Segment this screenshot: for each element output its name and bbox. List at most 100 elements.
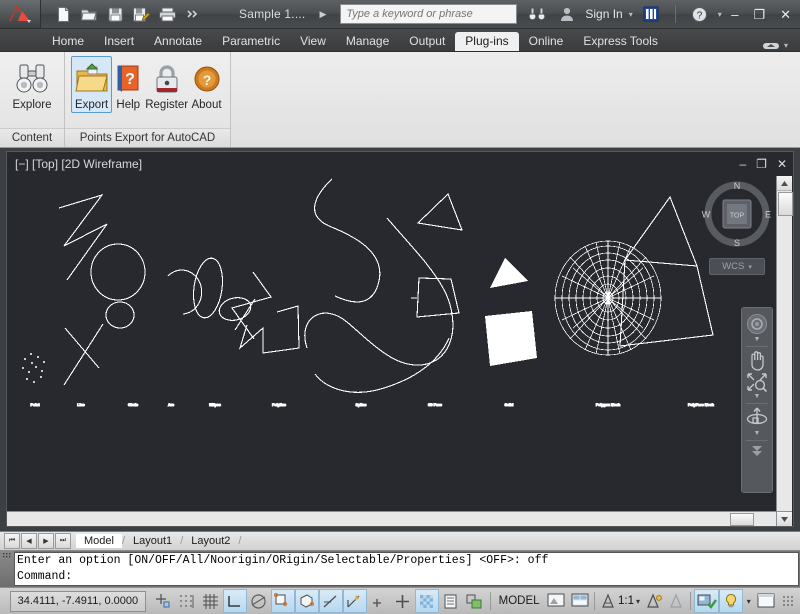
orbit-caret-icon[interactable]: ▼ <box>754 430 761 438</box>
more-icon[interactable] <box>181 3 205 25</box>
model-space-icon[interactable] <box>545 589 568 613</box>
viewport-close-button[interactable]: ✕ <box>777 157 787 171</box>
zoom-caret-icon[interactable]: ▼ <box>754 393 761 401</box>
status-tray-caret-icon[interactable]: ▾ <box>743 597 755 606</box>
polar-tracking-icon[interactable] <box>247 589 271 613</box>
help-caret-icon[interactable]: ▾ <box>718 10 722 19</box>
status-divider <box>594 592 596 610</box>
clean-screen-icon[interactable] <box>755 589 778 613</box>
document-caret-icon[interactable]: ▶ <box>319 9 326 20</box>
status-divider <box>690 592 692 610</box>
pan-hand-icon[interactable] <box>744 349 770 371</box>
lightbulb-icon[interactable] <box>719 589 743 613</box>
space-label[interactable]: MODEL <box>494 595 545 607</box>
autodesk-exchange-icon[interactable] <box>639 3 663 25</box>
maximize-button[interactable]: ❐ <box>750 6 768 23</box>
lineweight-icon[interactable] <box>391 589 415 613</box>
dynamic-input-icon[interactable] <box>367 589 391 613</box>
transparency-icon[interactable] <box>414 589 439 613</box>
plot-icon[interactable] <box>155 3 179 25</box>
search-input[interactable] <box>341 7 517 21</box>
scroll-up-button[interactable] <box>777 176 792 191</box>
dynamic-ucs-icon[interactable] <box>342 589 367 613</box>
ribbon-minimize-icon[interactable] <box>762 39 780 51</box>
command-line-grip[interactable] <box>0 551 14 587</box>
vertical-scrollbar[interactable] <box>776 176 793 512</box>
viewport-restore-button[interactable]: ❐ <box>756 157 767 171</box>
annotation-autoscale-icon[interactable] <box>666 589 688 613</box>
workspace-switching-icon[interactable] <box>694 589 720 613</box>
status-menu-icon[interactable] <box>778 589 798 613</box>
annotation-visibility-icon[interactable] <box>644 589 666 613</box>
viewport-header[interactable]: [−] [Top] [2D Wireframe] <box>7 152 793 176</box>
tab-output[interactable]: Output <box>399 32 455 51</box>
help-button[interactable]: ? Help <box>112 56 144 113</box>
coordinates-display[interactable]: 34.4111, -7.4911, 0.0000 <box>10 590 146 612</box>
status-bar: 34.4111, -7.4911, 0.0000 MODEL 1:1 ▾ ▾ <box>0 587 800 614</box>
object-snap-tracking-icon[interactable] <box>318 589 343 613</box>
command-prompt[interactable]: Command: <box>17 569 796 585</box>
export-button[interactable]: Export <box>71 56 113 113</box>
autocad-window: Sample 1.... ▶ Sign In ▾ ? ▾ – ❐ <box>0 0 800 614</box>
sign-in-caret-icon[interactable]: ▾ <box>629 10 633 19</box>
tab-home[interactable]: Home <box>42 32 94 51</box>
first-layout-button[interactable]: ⏮ <box>4 533 20 549</box>
about-button[interactable]: ? About <box>189 56 224 113</box>
saveas-icon[interactable] <box>129 3 153 25</box>
object-snap-icon[interactable] <box>270 589 295 613</box>
tab-express-tools[interactable]: Express Tools <box>573 32 667 51</box>
register-button[interactable]: Register <box>144 56 189 113</box>
save-icon[interactable] <box>103 3 127 25</box>
next-layout-button[interactable]: ▶ <box>38 533 54 549</box>
new-icon[interactable] <box>51 3 75 25</box>
model-canvas[interactable]: Point Line Circle Arc Ellipse Polyline S… <box>7 176 793 526</box>
view-cube[interactable]: TOP N S E W <box>701 178 773 250</box>
paper-space-icon[interactable] <box>568 589 591 613</box>
minimize-button[interactable]: – <box>728 6 741 23</box>
quick-properties-icon[interactable] <box>439 589 463 613</box>
help-icon[interactable]: ? <box>688 3 712 25</box>
selection-cycling-icon[interactable] <box>463 589 487 613</box>
viewport-minimize-button[interactable]: – <box>739 157 746 171</box>
tab-annotate[interactable]: Annotate <box>144 32 212 51</box>
tab-layout1[interactable]: Layout1 <box>125 534 180 548</box>
tab-online[interactable]: Online <box>519 32 574 51</box>
zoom-extents-icon[interactable] <box>744 371 770 393</box>
vertical-scroll-thumb[interactable] <box>778 192 793 216</box>
explore-button[interactable]: Explore <box>6 56 58 113</box>
horizontal-scrollbar[interactable] <box>7 511 778 526</box>
sign-in-label[interactable]: Sign In <box>585 7 622 21</box>
wcs-selector[interactable]: WCS ▾ <box>709 258 765 275</box>
snap-mode-icon[interactable] <box>175 589 199 613</box>
tab-insert[interactable]: Insert <box>94 32 144 51</box>
annotation-scale-value[interactable]: 1:1 <box>618 595 636 607</box>
export-label: Export <box>74 99 109 111</box>
scroll-down-button[interactable] <box>776 511 792 526</box>
annotation-scale-caret-icon[interactable]: ▾ <box>636 597 644 606</box>
showmotion-icon[interactable] <box>744 443 770 459</box>
command-line-box[interactable]: Enter an option [ON/OFF/All/Noorigin/ORi… <box>14 552 799 586</box>
infer-constraints-icon[interactable] <box>151 589 175 613</box>
grid-display-icon[interactable] <box>199 589 223 613</box>
tab-plug-ins[interactable]: Plug-ins <box>455 32 519 51</box>
ortho-mode-icon[interactable] <box>222 589 247 613</box>
3d-object-snap-icon[interactable] <box>294 589 319 613</box>
tab-parametric[interactable]: Parametric <box>212 32 290 51</box>
search-box[interactable] <box>340 4 518 24</box>
prev-layout-button[interactable]: ◀ <box>21 533 37 549</box>
tab-view[interactable]: View <box>290 32 336 51</box>
close-button[interactable]: ✕ <box>777 6 794 23</box>
tab-manage[interactable]: Manage <box>336 32 399 51</box>
tab-model[interactable]: Model <box>76 534 122 548</box>
search-binoculars-icon[interactable] <box>525 3 549 25</box>
application-menu-button[interactable] <box>0 0 41 28</box>
open-icon[interactable] <box>77 3 101 25</box>
steering-wheel-caret-icon[interactable]: ▼ <box>754 336 761 344</box>
ribbon-minimize-caret-icon[interactable]: ▾ <box>784 41 788 50</box>
horizontal-scroll-thumb[interactable] <box>730 513 754 526</box>
orbit-icon[interactable] <box>744 406 770 430</box>
tab-layout2[interactable]: Layout2 <box>183 534 238 548</box>
last-layout-button[interactable]: ⏭ <box>55 533 71 549</box>
user-avatar-icon[interactable] <box>555 3 579 25</box>
steering-wheel-icon[interactable] <box>744 312 770 336</box>
